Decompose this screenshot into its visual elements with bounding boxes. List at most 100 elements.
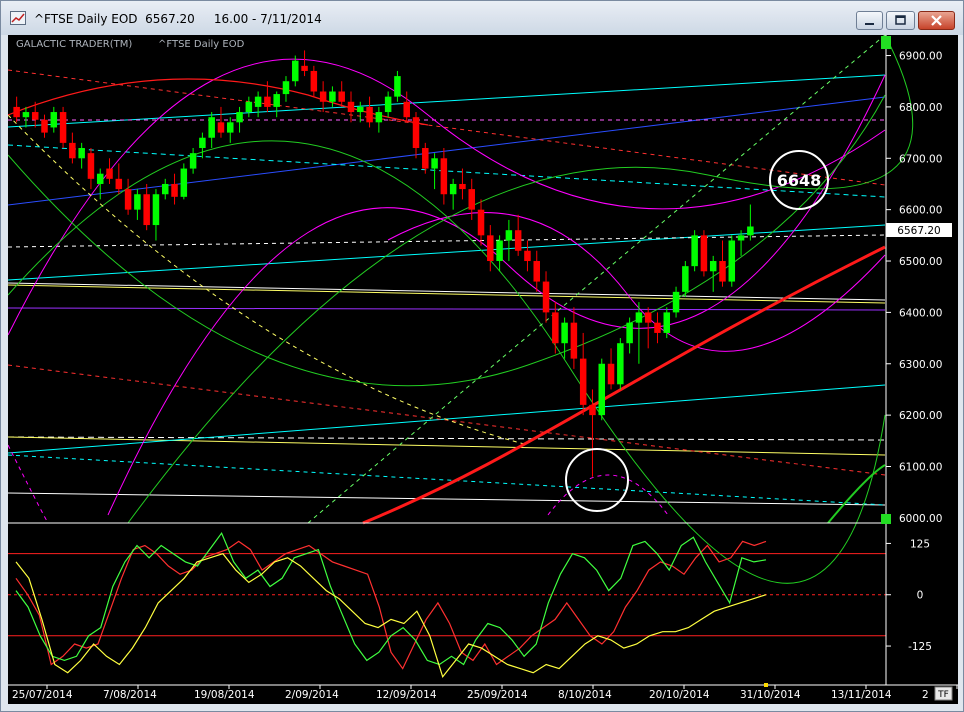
- candle-body: [199, 137, 206, 149]
- candle-body: [440, 158, 448, 195]
- candle-body: [663, 312, 671, 333]
- candle-body: [691, 235, 698, 267]
- candle-body: [375, 112, 383, 123]
- maximize-button[interactable]: [886, 11, 915, 30]
- candle-body: [282, 81, 290, 95]
- candle-body: [709, 261, 717, 272]
- symbol-label: ^FTSE Daily EOD: [158, 39, 245, 50]
- tf-label: TF: [937, 690, 949, 700]
- x-tick-label: 2: [922, 689, 929, 701]
- x-tick-label: 20/10/2014: [649, 689, 710, 701]
- candle-body: [310, 70, 318, 92]
- candle-body: [542, 281, 550, 313]
- y-tick-label: 6500.00: [899, 256, 942, 268]
- scroll-top-marker[interactable]: [881, 36, 891, 49]
- candle-body: [161, 183, 169, 195]
- indicator-red-curve: [7, 78, 429, 126]
- trend-line-red: [362, 245, 886, 525]
- candle-body: [134, 194, 141, 210]
- candle-body: [143, 194, 150, 226]
- close-button[interactable]: [918, 11, 955, 30]
- y-tick-label: 6100.00: [899, 461, 942, 473]
- y-tick-label: 6200.00: [899, 410, 942, 422]
- brand-label: GALACTIC TRADER(TM): [16, 39, 132, 50]
- candle-body: [394, 76, 401, 97]
- candle-body: [301, 65, 308, 71]
- candle-body: [384, 96, 392, 113]
- chart-area[interactable]: 6900.00 6800.00 6700.00 6600.00 6500.00 6400.…: [7, 34, 958, 704]
- osc-series-line-2: [15, 553, 767, 679]
- candle-body: [700, 235, 708, 272]
- minimize-button[interactable]: [856, 11, 883, 30]
- candle-body: [644, 312, 652, 323]
- x-tick-label: 25/07/2014: [12, 689, 73, 701]
- y-tick-label: 6400.00: [899, 307, 942, 319]
- candle-body: [589, 404, 596, 416]
- candle-body: [533, 261, 540, 282]
- indicator-curve-1: [387, 212, 886, 352]
- x-tick-label: 7/08/2014: [103, 689, 157, 701]
- indicator-line-14: [7, 454, 886, 506]
- window-title: ^FTSE Daily EOD 6567.20 16.00 - 7/11/201…: [34, 12, 322, 26]
- candle-body: [31, 112, 39, 120]
- candle-body: [496, 240, 503, 262]
- price-candles: [13, 50, 754, 477]
- candle-body: [468, 189, 475, 210]
- candle-body: [319, 91, 327, 102]
- close-icon: [931, 15, 942, 26]
- candle-body: [124, 189, 132, 210]
- x-tick-label: 12/09/2014: [376, 689, 437, 701]
- y-tick-label: 6000.00: [899, 513, 942, 525]
- y-tick-label: 6900.00: [899, 51, 942, 63]
- candle-body: [524, 250, 531, 262]
- candle-body: [579, 358, 587, 405]
- candle-body: [69, 142, 76, 159]
- candle-body: [431, 158, 438, 169]
- chart-svg[interactable]: 6900.00 6800.00 6700.00 6600.00 6500.00 6400.…: [7, 34, 958, 704]
- app-window: ^FTSE Daily EOD 6567.20 16.00 - 7/11/201…: [0, 0, 964, 712]
- low-highlight-circle: [565, 448, 629, 512]
- candle-body: [347, 101, 355, 113]
- osc-series-line-0: [15, 540, 767, 670]
- candle-body: [115, 178, 123, 190]
- indicator-line-6: [7, 74, 886, 128]
- x-tick-label: 8/10/2014: [558, 689, 612, 701]
- x-tick-label: 25/09/2014: [467, 689, 528, 701]
- candle-body: [635, 312, 643, 323]
- candle-body: [96, 173, 104, 184]
- candle-body: [552, 312, 559, 344]
- osc-tick-label: 125: [910, 538, 930, 550]
- y-tick-label: 6600.00: [899, 205, 942, 217]
- current-bar-marker: [764, 683, 768, 687]
- candle-body: [728, 240, 736, 282]
- maximize-icon: [895, 15, 906, 25]
- candle-body: [217, 122, 225, 133]
- y-tick-label: 6700.00: [899, 153, 942, 165]
- candle-body: [152, 194, 160, 226]
- indicator-line-0: [7, 282, 886, 301]
- indicator-curve-4: [7, 94, 886, 387]
- candle-body: [264, 96, 271, 107]
- candle-body: [236, 112, 243, 123]
- last-price-label: 6567.20: [897, 225, 940, 237]
- target-value: 6648: [777, 171, 822, 190]
- candle-body: [292, 60, 299, 82]
- candle-body: [682, 266, 689, 292]
- x-tick-label: 31/10/2014: [740, 689, 801, 701]
- candle-body: [50, 112, 58, 128]
- indicator-lines: [7, 34, 914, 584]
- candle-body: [403, 101, 410, 118]
- scroll-bottom-marker[interactable]: [881, 514, 891, 524]
- y-tick-label: 6800.00: [899, 102, 942, 114]
- candle-body: [13, 106, 20, 118]
- candle-body: [654, 322, 661, 333]
- title-bar[interactable]: ^FTSE Daily EOD 6567.20 16.00 - 7/11/201…: [1, 1, 963, 35]
- minimize-icon: [865, 23, 874, 25]
- candle-body: [78, 148, 85, 159]
- osc-series-line-1: [15, 531, 767, 666]
- indicator-line-5: [7, 492, 886, 506]
- oscillator-panel: [8, 531, 886, 679]
- candle-body: [366, 106, 373, 123]
- candle-body: [41, 119, 48, 133]
- candle-body: [106, 168, 113, 179]
